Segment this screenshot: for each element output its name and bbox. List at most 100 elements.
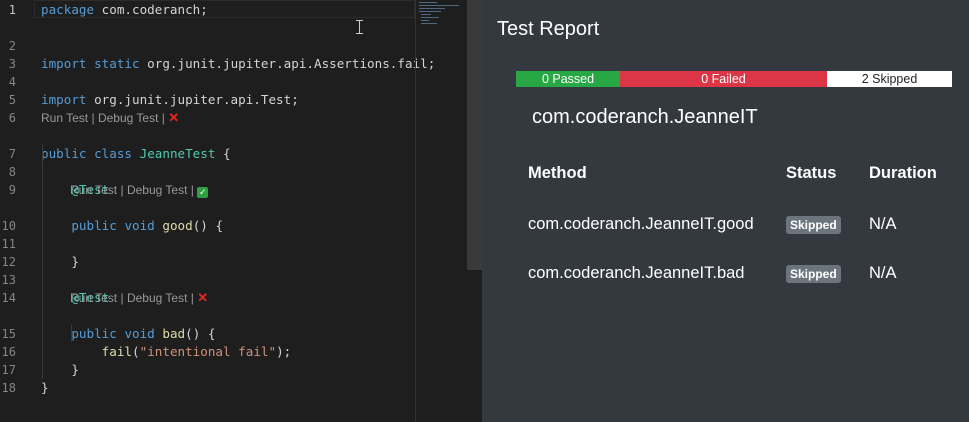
method-cell: com.coderanch.JeanneIT.bad [528, 264, 745, 282]
code-line[interactable]: 1 package com.coderanch; [0, 1, 416, 19]
code-line[interactable]: 18} [0, 379, 416, 397]
line-number: 16 [1, 345, 16, 359]
code-token: () { [185, 326, 216, 341]
code-line[interactable]: 15 public void bad() { [0, 325, 416, 343]
line-number: 2 [8, 39, 16, 53]
code-token: public [71, 218, 117, 233]
minimap[interactable] [417, 2, 467, 32]
duration-cell: N/A [869, 264, 897, 282]
code-line[interactable]: 11 [0, 235, 416, 253]
duration-cell: N/A [869, 215, 897, 233]
code-editor[interactable]: 1 package com.coderanch; 2 3 import static o… [0, 0, 482, 422]
test-report-panel: Test Report 0 Passed 0 Failed 2 Skipped … [482, 0, 969, 422]
run-test-link[interactable]: Run Test [70, 291, 117, 305]
text-cursor-icon [356, 20, 364, 34]
code-line[interactable]: 7 public class JeanneTest { [0, 145, 416, 163]
code-token: com.coderanch; [94, 2, 208, 17]
code-token: } [41, 254, 79, 269]
code-line[interactable]: 16 fail("intentional fail"); [0, 343, 416, 361]
code-token: fail [101, 344, 133, 359]
skipped-bar: 2 Skipped [827, 71, 952, 87]
code-text: } [41, 253, 79, 271]
method-cell: com.coderanch.JeanneIT.good [528, 215, 754, 233]
code-text: } [41, 379, 49, 397]
code-token: } [41, 380, 49, 395]
indent-guide [42, 144, 43, 378]
line-number: 15 [1, 327, 16, 341]
line-number: 7 [8, 147, 16, 161]
line-number: 10 [1, 219, 16, 233]
code-token: good [162, 218, 193, 233]
code-token: { [215, 146, 231, 161]
code-token: public [41, 146, 87, 161]
code-token: import [41, 92, 87, 107]
code-token: org.junit.jupiter.api.Assertions.fail; [139, 56, 436, 71]
code-text: public void good() { [41, 217, 223, 235]
line-number: 11 [1, 237, 16, 251]
code-text: import static org.junit.jupiter.api.Asse… [41, 55, 435, 73]
suite-name: com.coderanch.JeanneIT [532, 106, 758, 128]
run-test-link[interactable]: Run Test [41, 111, 88, 125]
debug-test-link[interactable]: Debug Test [127, 291, 188, 305]
line-number: 1 [8, 3, 16, 17]
code-token: JeanneTest [139, 146, 216, 161]
table-row: com.coderanch.JeanneIT.bad Skipped N/A [482, 249, 969, 297]
code-text: package com.coderanch; [41, 1, 208, 19]
code-line[interactable]: 17 } [0, 361, 416, 379]
code-token: } [41, 362, 79, 377]
code-token: org.junit.jupiter.api.Test; [86, 92, 299, 107]
status-badge: Skipped [786, 265, 841, 283]
fail-status-icon: ✕ [197, 290, 209, 305]
code-line[interactable]: 3 import static org.junit.jupiter.api.Ass… [0, 55, 436, 73]
code-line[interactable]: 12 } [0, 253, 416, 271]
code-token: class [94, 146, 133, 161]
duration-header: Duration [869, 164, 937, 182]
code-line[interactable]: 2 [0, 37, 416, 55]
code-text: public void bad() { [41, 325, 215, 343]
code-token: "intentional fail" [139, 344, 277, 359]
code-token: package [41, 2, 95, 17]
code-text: import org.junit.jupiter.api.Test; [41, 91, 299, 109]
status-header: Status [786, 164, 837, 182]
code-line[interactable]: 13 [0, 271, 416, 289]
codelens-good: Run Test | Debug Test | ✓ [70, 183, 209, 198]
line-number: 6 [8, 111, 16, 125]
status-badge: Skipped [786, 216, 841, 234]
code-text: public class JeanneTest { [41, 145, 231, 163]
line-number: 4 [8, 75, 16, 89]
code-line[interactable]: 10 public void good() { [0, 217, 416, 235]
debug-test-link[interactable]: Debug Test [127, 183, 188, 197]
line-number: 17 [1, 363, 16, 377]
code-token: void [124, 218, 155, 233]
line-number: 9 [8, 183, 16, 197]
table-row: com.coderanch.JeanneIT.good Skipped N/A [482, 200, 969, 248]
code-token: void [124, 326, 155, 341]
line-number: 3 [8, 57, 16, 71]
code-line[interactable]: 5 import org.junit.jupiter.api.Test; [0, 91, 416, 109]
code-text: } [41, 361, 79, 379]
code-token: import [41, 56, 87, 71]
vertical-scrollbar[interactable] [467, 0, 482, 270]
minimap-divider [415, 0, 416, 422]
debug-test-link[interactable]: Debug Test [98, 111, 159, 125]
code-line[interactable]: 4 [0, 73, 416, 91]
line-number: 18 [1, 381, 16, 395]
code-line[interactable]: 8 [0, 163, 416, 181]
code-token: ( [132, 344, 140, 359]
method-header: Method [528, 164, 587, 182]
code-token: static [94, 56, 140, 71]
fail-status-icon: ✕ [168, 110, 180, 125]
run-test-link[interactable]: Run Test [70, 183, 117, 197]
line-number: 13 [1, 273, 16, 287]
passed-bar: 0 Passed [516, 71, 620, 87]
report-title: Test Report [497, 18, 600, 40]
code-token: ); [276, 344, 292, 359]
